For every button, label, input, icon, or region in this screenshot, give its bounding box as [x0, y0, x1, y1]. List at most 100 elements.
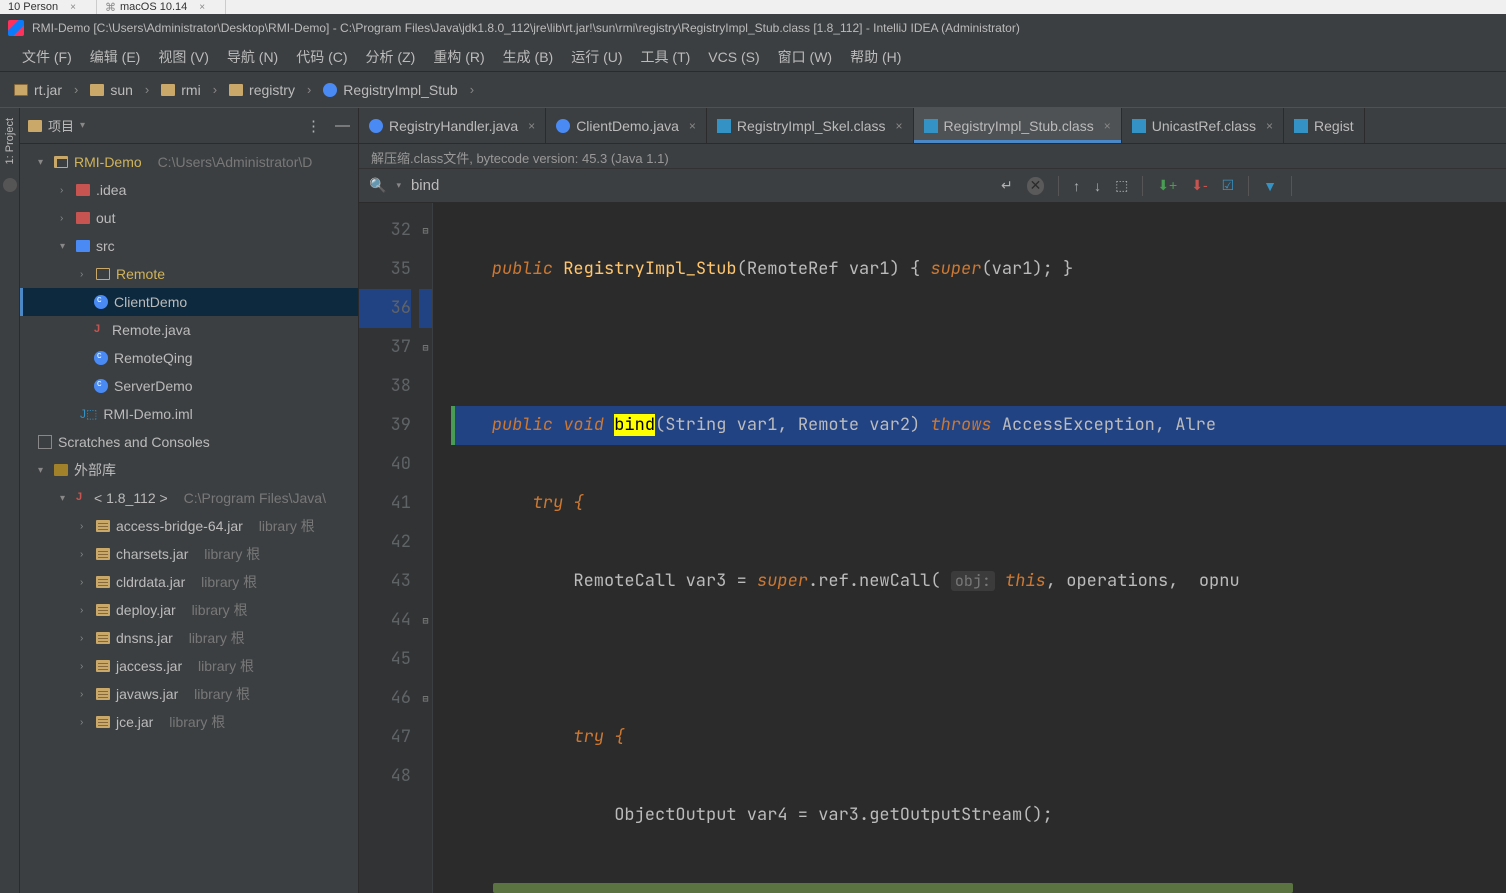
- select-all-icon[interactable]: ⬚: [1115, 177, 1128, 194]
- tree-item-remoteqing[interactable]: RemoteQing: [20, 344, 358, 372]
- breadcrumb-item[interactable]: sun: [90, 82, 133, 98]
- tree-item-idea[interactable]: ›.idea: [20, 176, 358, 204]
- project-view-title[interactable]: 项目: [48, 116, 74, 135]
- breadcrumb-item[interactable]: RegistryImpl_Stub: [323, 82, 457, 98]
- remove-selection-icon[interactable]: ⬇-: [1191, 177, 1207, 194]
- tree-item-external-libs[interactable]: ▾外部库: [20, 456, 358, 484]
- scrollbar-thumb[interactable]: [493, 883, 1293, 893]
- editor-tab[interactable]: Regist: [1284, 108, 1365, 143]
- breadcrumb-item[interactable]: registry: [229, 82, 295, 98]
- tree-item-clientdemo[interactable]: ClientDemo: [20, 288, 358, 316]
- jar-icon: [96, 716, 110, 728]
- tree-label: RemoteQing: [114, 350, 193, 366]
- tree-item-out[interactable]: ›out: [20, 204, 358, 232]
- breadcrumb-label: sun: [110, 82, 133, 98]
- close-icon[interactable]: ×: [528, 119, 535, 133]
- menu-navigate[interactable]: 导航 (N): [219, 43, 286, 71]
- close-icon[interactable]: ×: [1266, 119, 1273, 133]
- menu-vcs[interactable]: VCS (S): [700, 45, 767, 69]
- menu-tools[interactable]: 工具 (T): [633, 43, 699, 71]
- chevron-down-icon: ▾: [38, 157, 48, 168]
- more-options-icon[interactable]: ⋮: [306, 117, 321, 135]
- fold-marker[interactable]: ⊟: [419, 679, 432, 718]
- close-icon[interactable]: ×: [70, 2, 76, 13]
- fold-marker[interactable]: ⊟: [419, 328, 432, 367]
- fold-marker[interactable]: ⊟: [419, 211, 432, 250]
- close-icon[interactable]: ×: [1104, 119, 1111, 133]
- tree-item-scratches[interactable]: Scratches and Consoles: [20, 428, 358, 456]
- tree-item-iml[interactable]: J⬚RMI-Demo.iml: [20, 400, 358, 428]
- tree-root[interactable]: ▾RMI-Demo C:\Users\Administrator\D: [20, 148, 358, 176]
- tree-item-jar[interactable]: ›javaws.jar library 根: [20, 680, 358, 708]
- scratches-icon: [38, 435, 52, 449]
- close-icon[interactable]: ×: [199, 2, 205, 13]
- add-selection-icon[interactable]: ⬇+: [1157, 177, 1177, 194]
- tree-item-jar[interactable]: ›deploy.jar library 根: [20, 596, 358, 624]
- menu-code[interactable]: 代码 (C): [288, 43, 355, 71]
- match-case-checkbox[interactable]: Match Ca: [1306, 171, 1506, 201]
- chevron-down-icon[interactable]: ▾: [80, 120, 85, 131]
- tree-item-jar[interactable]: ›jaccess.jar library 根: [20, 652, 358, 680]
- enter-icon[interactable]: ↵: [1001, 177, 1013, 194]
- tree-item-serverdemo[interactable]: ServerDemo: [20, 372, 358, 400]
- tree-item-remote-pkg[interactable]: ›Remote: [20, 260, 358, 288]
- line-number: 46: [359, 679, 411, 718]
- menu-run[interactable]: 运行 (U): [563, 43, 630, 71]
- editor-tab[interactable]: RegistryHandler.java×: [359, 108, 546, 143]
- tree-label: cldrdata.jar: [116, 574, 185, 590]
- editor-tab[interactable]: UnicastRef.class×: [1122, 108, 1284, 143]
- tree-item-src[interactable]: ▾src: [20, 232, 358, 260]
- tree-item-jdk[interactable]: ▾J< 1.8_112 > C:\Program Files\Java\: [20, 484, 358, 512]
- tree-label: charsets.jar: [116, 546, 188, 562]
- editor-tab[interactable]: ClientDemo.java×: [546, 108, 707, 143]
- find-input[interactable]: [411, 177, 991, 194]
- code-editor[interactable]: 32 35 36 37 38 39 40 41 42 43 44 45 46 4…: [359, 203, 1506, 893]
- chevron-right-icon: ›: [80, 521, 90, 532]
- tool-button-project[interactable]: 1: Project: [4, 118, 16, 164]
- tree-item-jar[interactable]: ›charsets.jar library 根: [20, 540, 358, 568]
- os-tab-macos[interactable]: ⌘macOS 10.14×: [97, 0, 226, 14]
- fold-marker[interactable]: ⊟: [419, 601, 432, 640]
- os-tab-win10[interactable]: 10 Person×: [0, 0, 97, 14]
- tree-item-remote-java[interactable]: JRemote.java: [20, 316, 358, 344]
- structure-icon[interactable]: [3, 178, 17, 192]
- fold-gutter[interactable]: ⊟ ⊟ ⊟ ⊟: [419, 203, 433, 893]
- line-number: 32: [359, 211, 411, 250]
- chevron-right-icon: ›: [80, 689, 90, 700]
- menu-file[interactable]: 文件 (F): [14, 43, 80, 71]
- dropdown-icon[interactable]: ▾: [396, 180, 401, 191]
- editor-tab[interactable]: RegistryImpl_Skel.class×: [707, 108, 914, 143]
- close-icon[interactable]: ×: [689, 119, 696, 133]
- tree-item-jar[interactable]: ›cldrdata.jar library 根: [20, 568, 358, 596]
- collapse-icon[interactable]: —: [335, 117, 350, 134]
- breadcrumb-item[interactable]: rt.jar: [14, 82, 62, 98]
- fold-marker[interactable]: [419, 289, 432, 328]
- menu-edit[interactable]: 编辑 (E): [82, 43, 149, 71]
- search-icon[interactable]: 🔍: [369, 177, 386, 194]
- menu-build[interactable]: 生成 (B): [495, 43, 562, 71]
- tree-label: 外部库: [74, 460, 116, 480]
- project-tree[interactable]: ▾RMI-Demo C:\Users\Administrator\D ›.ide…: [20, 144, 358, 893]
- close-find-icon[interactable]: ✕: [1027, 177, 1044, 195]
- menu-analyze[interactable]: 分析 (Z): [358, 43, 424, 71]
- menu-refactor[interactable]: 重构 (R): [425, 43, 492, 71]
- package-icon: [96, 268, 110, 280]
- tree-item-jar[interactable]: ›jce.jar library 根: [20, 708, 358, 736]
- next-match-icon[interactable]: ↓: [1094, 178, 1101, 194]
- select-occurrences-icon[interactable]: ☑: [1222, 177, 1235, 194]
- menu-window[interactable]: 窗口 (W): [770, 43, 840, 71]
- prev-match-icon[interactable]: ↑: [1073, 178, 1080, 194]
- filter-icon[interactable]: ▼: [1263, 178, 1277, 194]
- horizontal-scrollbar[interactable]: [433, 883, 1506, 893]
- divider: [1142, 176, 1143, 196]
- close-icon[interactable]: ×: [896, 119, 903, 133]
- menu-view[interactable]: 视图 (V): [150, 43, 217, 71]
- tree-item-jar[interactable]: ›dnsns.jar library 根: [20, 624, 358, 652]
- match-case-box[interactable]: [1306, 179, 1506, 192]
- menu-help[interactable]: 帮助 (H): [842, 43, 909, 71]
- tree-item-jar[interactable]: ›access-bridge-64.jar library 根: [20, 512, 358, 540]
- code-content[interactable]: public RegistryImpl_Stub(RemoteRef var1)…: [433, 203, 1506, 893]
- editor-tab-active[interactable]: RegistryImpl_Stub.class×: [914, 108, 1122, 143]
- breadcrumb-item[interactable]: rmi: [161, 82, 200, 98]
- chevron-right-icon: ›: [60, 185, 70, 196]
